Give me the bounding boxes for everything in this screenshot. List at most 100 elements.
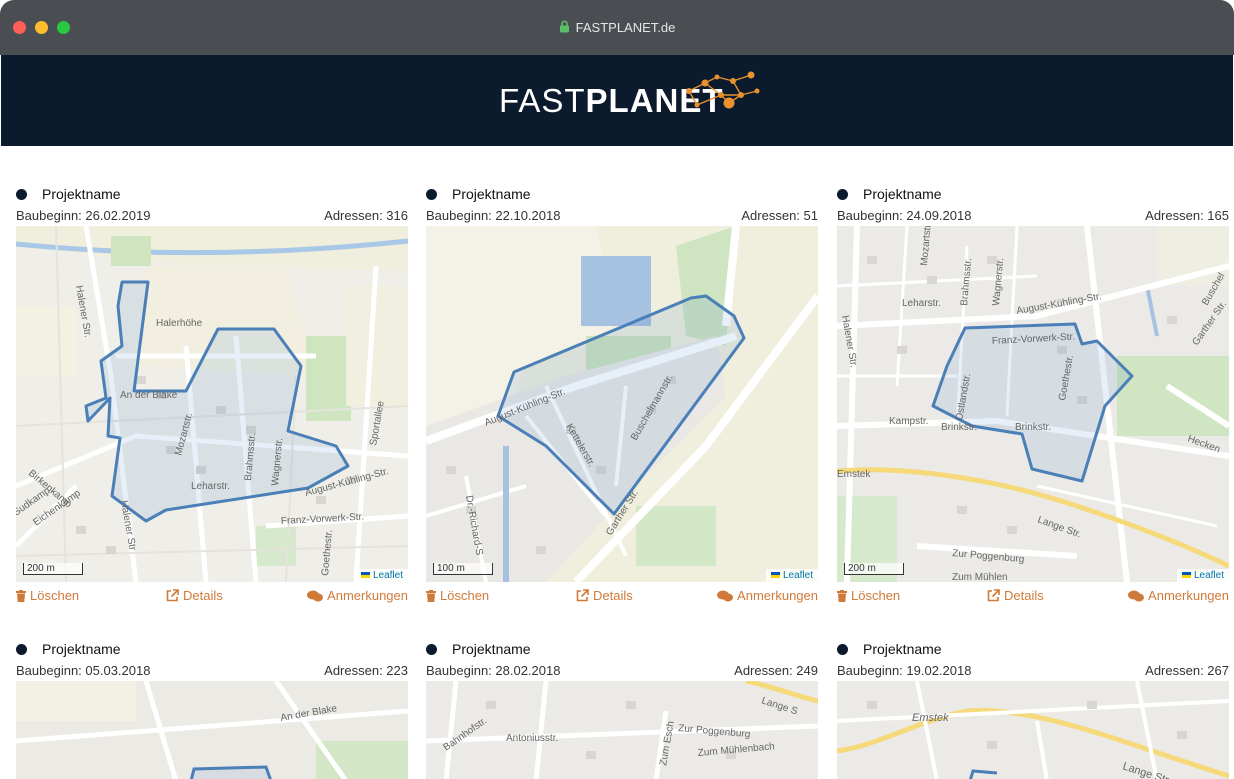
delete-button[interactable]: Löschen (426, 588, 489, 603)
comments-icon (717, 590, 734, 602)
external-link-icon (987, 589, 1000, 602)
project-header: Projektname (837, 184, 1229, 204)
status-dot (16, 644, 27, 655)
map-tiles[interactable]: Mozartstr. Brahmsstr. Wagnerstr. Leharst… (837, 226, 1229, 582)
project-meta: Baubeginn: 26.02.2019 Adressen: 316 (16, 204, 408, 226)
notes-button[interactable]: Anmerkungen (307, 588, 408, 603)
street-label: Halerhöhe (156, 318, 203, 329)
project-name[interactable]: Projektname (452, 186, 531, 202)
map-tiles[interactable]: August-Kühling-Str. Kettelerstr. Buschel… (426, 226, 818, 582)
status-dot (426, 189, 437, 200)
project-map[interactable]: August-Kühling-Str. Kettelerstr. Buschel… (426, 226, 818, 582)
project-map[interactable]: An der Blake (16, 681, 408, 779)
project-map[interactable]: Emstek Lange Str. (837, 681, 1229, 779)
project-card: Projektname Baubeginn: 22.10.2018 Adress… (426, 184, 818, 606)
details-button[interactable]: Details (576, 588, 633, 603)
address-count: Adressen: 165 (1145, 208, 1229, 223)
project-map[interactable]: Lange S Zur Poggenburg Antoniusstr. Zum … (426, 681, 818, 779)
street-label: Antoniusstr. (506, 733, 558, 744)
delete-button[interactable]: Löschen (16, 588, 79, 603)
map-attribution[interactable]: Leaflet (1176, 569, 1229, 582)
project-map[interactable]: Mozartstr. Brahmsstr. Wagnerstr. Leharst… (837, 226, 1229, 582)
browser-window: FASTPLANET.de FASTPLANET Projektname Bau… (0, 0, 1234, 779)
external-link-icon (576, 589, 589, 602)
map-tiles[interactable]: Halener Str. Halerhöhe An der Blake Moza… (16, 226, 408, 582)
project-header: Projektname (426, 639, 818, 659)
street-label: Leharstr. (191, 481, 230, 492)
ukraine-flag-icon (1181, 572, 1191, 578)
project-grid: Projektname Baubeginn: 26.02.2019 Adress… (1, 146, 1233, 779)
address-count: Adressen: 249 (734, 663, 818, 678)
details-button[interactable]: Details (987, 588, 1044, 603)
project-meta: Baubeginn: 05.03.2018 Adressen: 223 (16, 659, 408, 681)
map-tiles[interactable]: An der Blake (16, 681, 408, 779)
trash-icon (837, 590, 847, 602)
project-header: Projektname (837, 639, 1229, 659)
status-dot (837, 189, 848, 200)
project-header: Projektname (426, 184, 818, 204)
construction-start: Baubeginn: 24.09.2018 (837, 208, 972, 223)
address-count: Adressen: 223 (324, 663, 408, 678)
map-scale: 200 m (23, 563, 83, 575)
status-dot (16, 189, 27, 200)
status-dot (837, 644, 848, 655)
street-label: Brinkstr. (941, 422, 977, 433)
construction-start: Baubeginn: 19.02.2018 (837, 663, 972, 678)
map-attribution[interactable]: Leaflet (355, 569, 408, 582)
project-actions: Löschen Details Anmerkungen (426, 582, 818, 606)
notes-button[interactable]: Anmerkungen (1128, 588, 1229, 603)
project-actions: Löschen Details Anmerkungen (16, 582, 408, 606)
ukraine-flag-icon (770, 572, 780, 578)
project-name[interactable]: Projektname (452, 641, 531, 657)
project-actions: Löschen Details Anmerkungen (837, 582, 1229, 606)
trash-icon (16, 590, 26, 602)
street-label: Emstek (912, 712, 949, 724)
project-card: Projektname Baubeginn: 19.02.2018 Adress… (837, 639, 1229, 779)
project-header: Projektname (16, 639, 408, 659)
delete-button[interactable]: Löschen (837, 588, 900, 603)
construction-start: Baubeginn: 05.03.2018 (16, 663, 151, 678)
notes-button[interactable]: Anmerkungen (717, 588, 818, 603)
map-tiles[interactable]: Lange S Zur Poggenburg Antoniusstr. Zum … (426, 681, 818, 779)
street-label: Brinkstr. (1015, 422, 1051, 433)
map-tiles[interactable]: Emstek Lange Str. (837, 681, 1229, 779)
project-meta: Baubeginn: 22.10.2018 Adressen: 51 (426, 204, 818, 226)
network-logo-icon (686, 71, 760, 109)
project-card: Projektname Baubeginn: 24.09.2018 Adress… (837, 184, 1229, 606)
url-text: FASTPLANET.de (575, 20, 676, 35)
map-scale: 100 m (433, 563, 493, 575)
comments-icon (307, 590, 324, 602)
street-label: Emstek (837, 469, 871, 480)
comments-icon (1128, 590, 1145, 602)
external-link-icon (166, 589, 179, 602)
construction-start: Baubeginn: 28.02.2018 (426, 663, 561, 678)
project-name[interactable]: Projektname (42, 186, 121, 202)
project-meta: Baubeginn: 19.02.2018 Adressen: 267 (837, 659, 1229, 681)
trash-icon (426, 590, 436, 602)
lock-icon (559, 20, 570, 36)
street-label: Kampstr. (889, 416, 928, 427)
map-scale: 200 m (844, 563, 904, 575)
address-count: Adressen: 316 (324, 208, 408, 223)
details-button[interactable]: Details (166, 588, 223, 603)
status-dot (426, 644, 437, 655)
project-meta: Baubeginn: 24.09.2018 Adressen: 165 (837, 204, 1229, 226)
address-count: Adressen: 51 (741, 208, 818, 223)
project-card: Projektname Baubeginn: 05.03.2018 Adress… (16, 639, 408, 779)
project-name[interactable]: Projektname (863, 641, 942, 657)
map-attribution[interactable]: Leaflet (765, 569, 818, 582)
construction-start: Baubeginn: 26.02.2019 (16, 208, 151, 223)
browser-titlebar: FASTPLANET.de (0, 0, 1234, 55)
project-meta: Baubeginn: 28.02.2018 Adressen: 249 (426, 659, 818, 681)
project-map[interactable]: Halener Str. Halerhöhe An der Blake Moza… (16, 226, 408, 582)
street-label: Zum Mühlen (952, 572, 1008, 582)
address-bar[interactable]: FASTPLANET.de (0, 20, 1234, 36)
construction-start: Baubeginn: 22.10.2018 (426, 208, 561, 223)
project-name[interactable]: Projektname (863, 186, 942, 202)
street-label: An der Blake (120, 390, 178, 401)
project-card: Projektname Baubeginn: 28.02.2018 Adress… (426, 639, 818, 779)
ukraine-flag-icon (360, 572, 370, 578)
app-header: FASTPLANET (1, 55, 1233, 146)
project-name[interactable]: Projektname (42, 641, 121, 657)
street-label: Leharstr. (902, 298, 941, 309)
